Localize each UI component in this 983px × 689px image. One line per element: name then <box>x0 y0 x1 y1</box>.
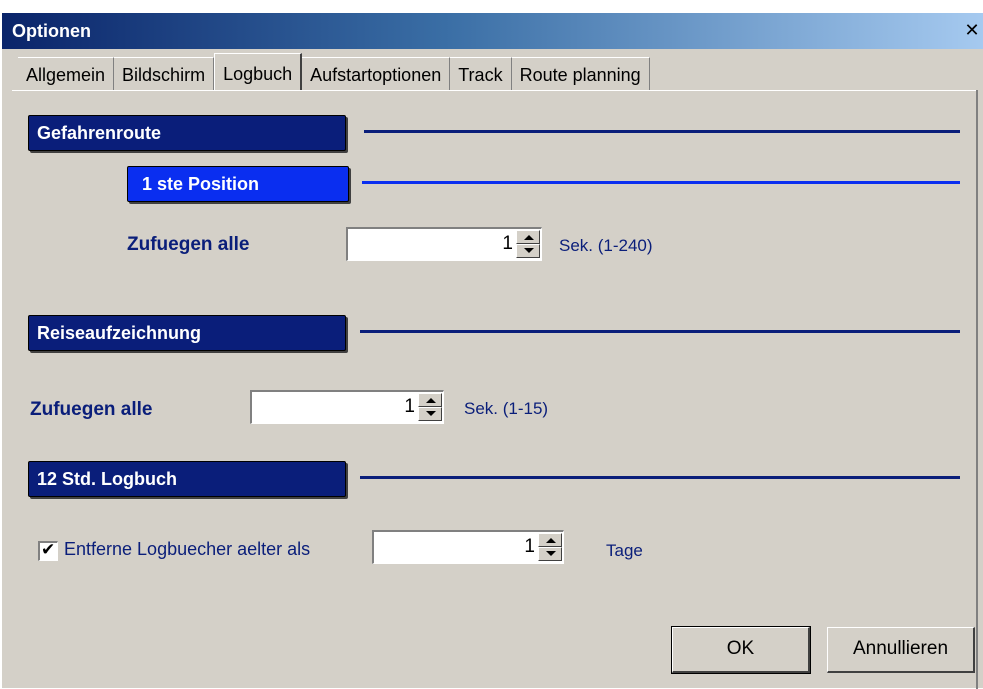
section-rule <box>364 130 960 133</box>
stepper-arrows <box>538 533 562 561</box>
logbook-age-value: 1 <box>524 536 535 557</box>
section-rule <box>360 476 960 479</box>
arrow-up-icon <box>426 398 436 403</box>
subsection-header-first-position: 1 ste Position <box>127 166 349 202</box>
arrow-up-icon <box>524 235 534 240</box>
route-interval-stepper[interactable]: 1 <box>346 227 542 261</box>
tab-track[interactable]: Track <box>450 57 512 91</box>
tab-bildschirm[interactable]: Bildschirm <box>114 57 215 91</box>
decrement-button[interactable] <box>538 547 562 561</box>
tab-route-planning[interactable]: Route planning <box>511 57 650 91</box>
travel-add-label: Zufuegen alle <box>30 399 153 420</box>
section-rule <box>360 330 960 333</box>
section-header-gefahrenroute: Gefahrenroute <box>28 115 346 151</box>
stepper-arrows <box>418 393 442 421</box>
tab-aufstartoptionen[interactable]: Aufstartoptionen <box>302 57 451 91</box>
close-icon[interactable]: ✕ <box>963 21 981 41</box>
arrow-down-icon <box>524 248 534 253</box>
travel-interval-stepper[interactable]: 1 <box>250 390 444 424</box>
stepper-arrows <box>516 230 540 258</box>
arrow-down-icon <box>546 551 556 556</box>
increment-button[interactable] <box>418 393 442 407</box>
window-title: Optionen <box>12 21 91 41</box>
tab-bar: Allgemein Bildschirm Logbuch Aufstartopt… <box>18 53 650 91</box>
tab-panel-right-edge <box>976 90 978 689</box>
logbook-age-stepper[interactable]: 1 <box>372 530 564 564</box>
cancel-button[interactable]: Annullieren <box>827 627 975 673</box>
section-header-reiseaufzeichnung: Reiseaufzeichnung <box>28 315 346 351</box>
tab-panel-top-edge <box>12 90 977 91</box>
decrement-button[interactable] <box>516 244 540 258</box>
ok-button[interactable]: OK <box>671 626 811 674</box>
remove-logbooks-label[interactable]: Entferne Logbuecher aelter als <box>64 539 310 560</box>
travel-interval-unit: Sek. (1-15) <box>464 399 549 418</box>
travel-interval-value: 1 <box>404 396 415 417</box>
subsection-rule <box>362 181 960 184</box>
logbook-age-unit: Tage <box>606 541 643 560</box>
options-dialog: Optionen ✕ Allgemein Bildschirm Logbuch … <box>0 0 983 689</box>
checkmark-icon: ✔ <box>41 540 56 560</box>
increment-button[interactable] <box>538 533 562 547</box>
tab-logbuch[interactable]: Logbuch <box>214 53 303 91</box>
decrement-button[interactable] <box>418 407 442 421</box>
increment-button[interactable] <box>516 230 540 244</box>
title-bar[interactable]: Optionen ✕ <box>2 13 983 49</box>
arrow-up-icon <box>546 538 556 543</box>
route-interval-value: 1 <box>502 233 513 254</box>
arrow-down-icon <box>426 411 436 416</box>
route-interval-unit: Sek. (1-240) <box>559 236 653 255</box>
section-header-12h-logbook: 12 Std. Logbuch <box>28 461 346 497</box>
route-add-label: Zufuegen alle <box>127 234 250 255</box>
top-margin <box>2 1 983 13</box>
remove-logbooks-checkbox[interactable]: ✔ <box>38 540 58 561</box>
tab-allgemein[interactable]: Allgemein <box>18 57 115 91</box>
